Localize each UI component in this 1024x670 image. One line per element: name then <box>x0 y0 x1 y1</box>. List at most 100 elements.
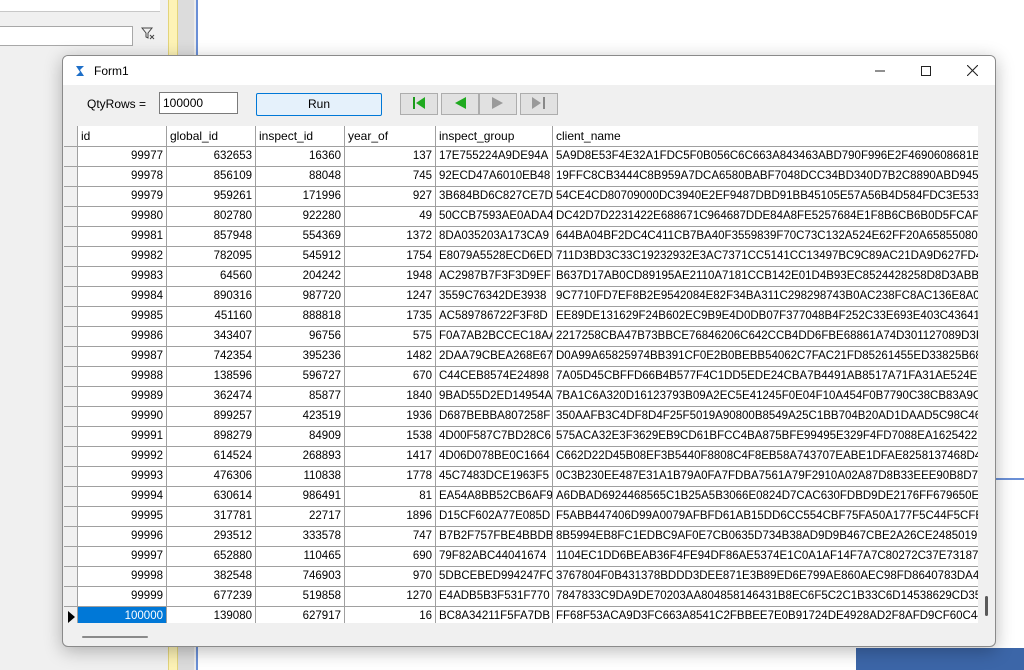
cell-global-id[interactable]: 959261 <box>167 187 256 207</box>
cell-global-id[interactable]: 138596 <box>167 367 256 387</box>
cell-client-name[interactable]: B637D17AB0CD89195AE2110A7181CCB142E01D4B… <box>553 267 978 287</box>
cell-client-name[interactable]: C662D22D45B08EF3B5440F8808C4F8EB58A74370… <box>553 447 978 467</box>
table-row[interactable]: 99990 899257 423519 1936 D687BEBBA807258F 350… <box>64 407 978 427</box>
clear-filter-icon[interactable] <box>138 26 158 46</box>
cell-year-of[interactable]: 81 <box>345 487 436 507</box>
cell-client-name[interactable]: 7A05D45CBFFD66B4B577F4C1DD5EDE24CBA7B449… <box>553 367 978 387</box>
title-bar[interactable]: Form1 <box>63 56 995 85</box>
cell-year-of[interactable]: 1735 <box>345 307 436 327</box>
cell-global-id[interactable]: 802780 <box>167 207 256 227</box>
table-row[interactable]: 99979 959261 171996 927 3B684BD6C827CE7D 54CE… <box>64 187 978 207</box>
cell-inspect-group[interactable]: AC2987B7F3F3D9EF <box>436 267 553 287</box>
table-row[interactable]: 99977 632653 16360 137 17E755224A9DE94A 5A9D8… <box>64 147 978 167</box>
column-header-inspect-group[interactable]: inspect_group <box>436 126 553 147</box>
cell-inspect-group[interactable]: 17E755224A9DE94A <box>436 147 553 167</box>
cell-id[interactable]: 99990 <box>78 407 167 427</box>
cell-year-of[interactable]: 670 <box>345 367 436 387</box>
cell-id[interactable]: 99989 <box>78 387 167 407</box>
cell-year-of[interactable]: 1482 <box>345 347 436 367</box>
table-row[interactable]: 99996 293512 333578 747 B7B2F757FBE4BBDB 8B59… <box>64 527 978 547</box>
row-indicator[interactable] <box>64 327 78 347</box>
cell-id[interactable]: 99977 <box>78 147 167 167</box>
cell-year-of[interactable]: 1778 <box>345 467 436 487</box>
cell-client-name[interactable]: 5A9D8E53F4E32A1FDC5F0B056C6C663A843463AB… <box>553 147 978 167</box>
cell-inspect-id[interactable]: 171996 <box>256 187 345 207</box>
cell-client-name[interactable]: 2217258CBA47B73BBCE76846206C642CCB4DD6FB… <box>553 327 978 347</box>
cell-year-of[interactable]: 16 <box>345 607 436 623</box>
row-indicator[interactable] <box>64 487 78 507</box>
cell-inspect-group[interactable]: 3559C76342DE3938 <box>436 287 553 307</box>
background-input[interactable] <box>0 26 133 46</box>
table-row[interactable]: 99981 857948 554369 1372 8DA035203A173CA9 644… <box>64 227 978 247</box>
cell-inspect-group[interactable]: C44CEB8574E24898 <box>436 367 553 387</box>
cell-client-name[interactable]: D0A99A65825974BB391CF0E2B0BEBB54062C7FAC… <box>553 347 978 367</box>
cell-inspect-id[interactable]: 16360 <box>256 147 345 167</box>
row-indicator[interactable] <box>64 207 78 227</box>
cell-year-of[interactable]: 575 <box>345 327 436 347</box>
cell-global-id[interactable]: 782095 <box>167 247 256 267</box>
table-row[interactable]: 99997 652880 110465 690 79F82ABC44041674 1104… <box>64 547 978 567</box>
table-row[interactable]: 99998 382548 746903 970 5DBCEBED994247FC 3767… <box>64 567 978 587</box>
cell-global-id[interactable]: 677239 <box>167 587 256 607</box>
table-row[interactable]: 99982 782095 545912 1754 E8079A5528ECD6ED 711… <box>64 247 978 267</box>
horizontal-scroll-thumb[interactable] <box>82 636 148 638</box>
cell-client-name[interactable]: EE89DE131629F24B602EC9B9E4D0DB07F377048B… <box>553 307 978 327</box>
cell-global-id[interactable]: 742354 <box>167 347 256 367</box>
cell-inspect-group[interactable]: EA54A8BB52CB6AF9 <box>436 487 553 507</box>
cell-global-id[interactable]: 451160 <box>167 307 256 327</box>
cell-id[interactable]: 100000 <box>78 607 167 623</box>
cell-id[interactable]: 99984 <box>78 287 167 307</box>
cell-inspect-id[interactable]: 395236 <box>256 347 345 367</box>
cell-id[interactable]: 99999 <box>78 587 167 607</box>
row-indicator[interactable] <box>64 587 78 607</box>
cell-inspect-id[interactable]: 986491 <box>256 487 345 507</box>
table-row[interactable]: 99978 856109 88048 745 92ECD47A6010EB48 19FFC… <box>64 167 978 187</box>
cell-inspect-group[interactable]: D15CF602A77E085D <box>436 507 553 527</box>
cell-id[interactable]: 99986 <box>78 327 167 347</box>
cell-id[interactable]: 99991 <box>78 427 167 447</box>
cell-inspect-id[interactable]: 596727 <box>256 367 345 387</box>
cell-year-of[interactable]: 1936 <box>345 407 436 427</box>
prev-record-button[interactable] <box>441 93 479 115</box>
cell-inspect-id[interactable]: 627917 <box>256 607 345 623</box>
row-indicator[interactable] <box>64 527 78 547</box>
cell-year-of[interactable]: 970 <box>345 567 436 587</box>
cell-inspect-id[interactable]: 88048 <box>256 167 345 187</box>
cell-inspect-id[interactable]: 85877 <box>256 387 345 407</box>
row-indicator[interactable] <box>64 387 78 407</box>
cell-client-name[interactable]: 8B5994EB8FC1EDBC9AF0E7CB0635D734B38AD9D9… <box>553 527 978 547</box>
cell-client-name[interactable]: DC42D7D2231422E688671C964687DDE84A8FE525… <box>553 207 978 227</box>
cell-client-name[interactable]: 9C7710FD7EF8B2E9542084E82F34BA311C298298… <box>553 287 978 307</box>
column-header-year-of[interactable]: year_of <box>345 126 436 147</box>
row-indicator[interactable] <box>64 307 78 327</box>
cell-client-name[interactable]: 0C3B230EE487E31A1B79A0FA7FDBA7561A79F291… <box>553 467 978 487</box>
table-row[interactable]: 99980 802780 922280 49 50CCB7593AE0ADA4 DC42D… <box>64 207 978 227</box>
table-row[interactable]: 99995 317781 22717 1896 D15CF602A77E085D F5AB… <box>64 507 978 527</box>
cell-global-id[interactable]: 632653 <box>167 147 256 167</box>
cell-inspect-id[interactable]: 922280 <box>256 207 345 227</box>
cell-inspect-group[interactable]: E8079A5528ECD6ED <box>436 247 553 267</box>
column-header-id[interactable]: id <box>78 126 167 147</box>
cell-inspect-group[interactable]: B7B2F757FBE4BBDB <box>436 527 553 547</box>
qty-rows-input[interactable] <box>159 92 238 114</box>
cell-id[interactable]: 99994 <box>78 487 167 507</box>
table-row[interactable]: 99987 742354 395236 1482 2DAA79CBEA268E67 D0A… <box>64 347 978 367</box>
cell-client-name[interactable]: 711D3BD3C33C19232932E3AC7371CC5141CC1349… <box>553 247 978 267</box>
row-indicator[interactable] <box>64 247 78 267</box>
first-record-button[interactable] <box>400 93 438 115</box>
cell-year-of[interactable]: 49 <box>345 207 436 227</box>
table-row[interactable]: 99992 614524 268893 1417 4D06D078BE0C1664 C66… <box>64 447 978 467</box>
row-indicator[interactable] <box>64 447 78 467</box>
cell-inspect-id[interactable]: 888818 <box>256 307 345 327</box>
cell-inspect-id[interactable]: 110465 <box>256 547 345 567</box>
row-indicator[interactable] <box>64 287 78 307</box>
cell-client-name[interactable]: 350AAFB3C4DF8D4F25F5019A90800B8549A25C1B… <box>553 407 978 427</box>
cell-inspect-group[interactable]: 8DA035203A173CA9 <box>436 227 553 247</box>
cell-year-of[interactable]: 927 <box>345 187 436 207</box>
cell-client-name[interactable]: 644BA04BF2DC4C411CB7BA40F3559839F70C73C1… <box>553 227 978 247</box>
column-header-client-name[interactable]: client_name <box>553 126 978 147</box>
cell-inspect-group[interactable]: E4ADB5B3F531F770 <box>436 587 553 607</box>
cell-year-of[interactable]: 1417 <box>345 447 436 467</box>
cell-client-name[interactable]: F5ABB447406D99A0079AFBFD61AB15DD6CC554CB… <box>553 507 978 527</box>
cell-global-id[interactable]: 652880 <box>167 547 256 567</box>
